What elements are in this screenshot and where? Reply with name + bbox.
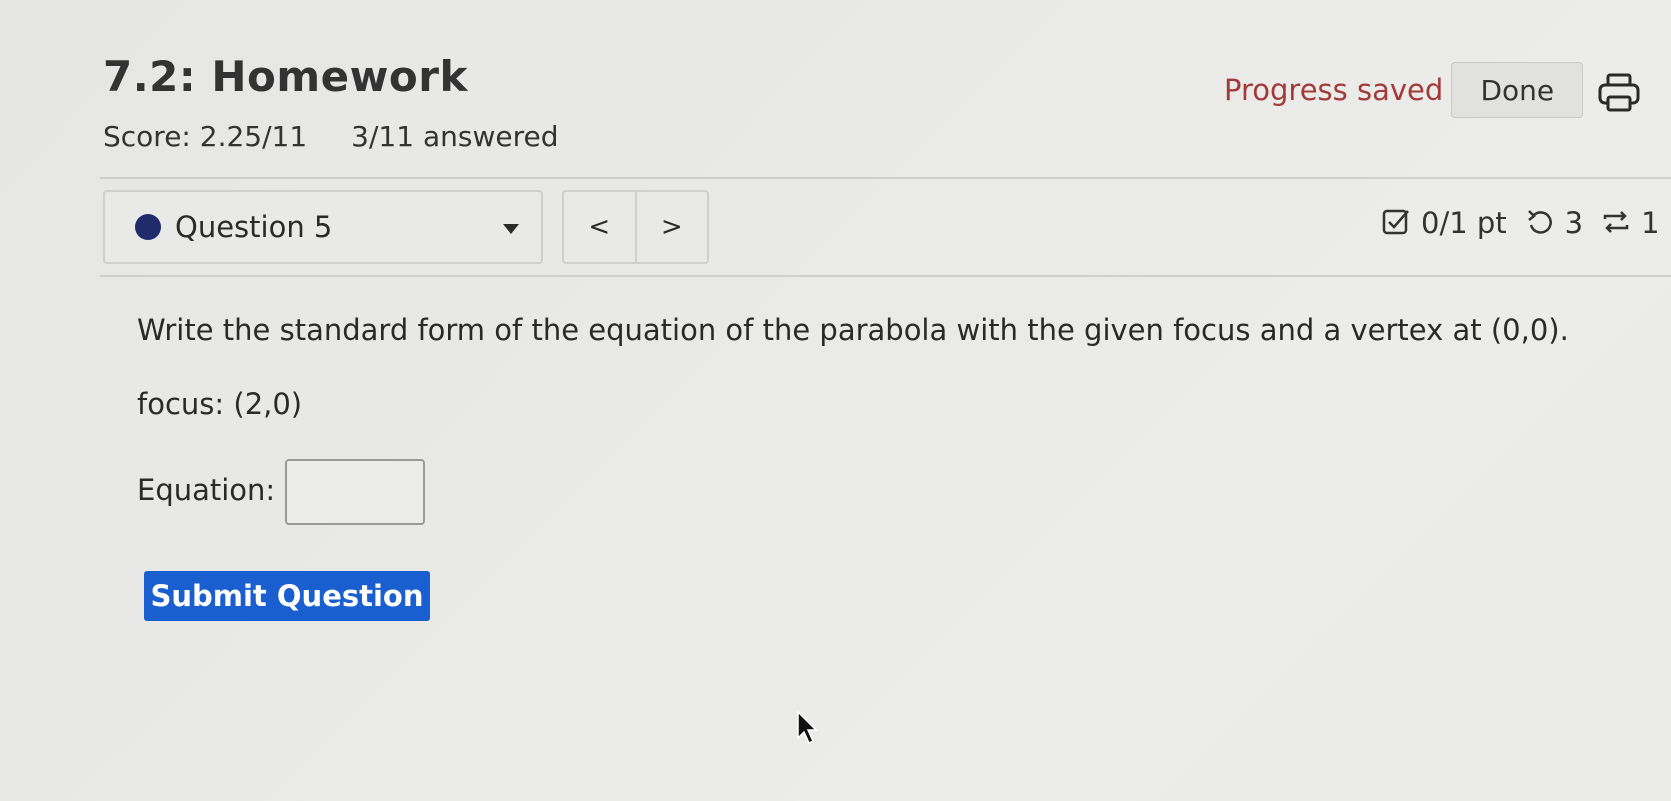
question-selector-label: Question 5 xyxy=(175,210,333,244)
retries-count: 1 xyxy=(1641,206,1660,240)
print-icon[interactable] xyxy=(1596,72,1642,114)
question-selector[interactable]: Question 5 xyxy=(103,190,543,264)
question-prompt: Write the standard form of the equation … xyxy=(137,313,1569,347)
mouse-pointer-icon xyxy=(796,710,820,746)
submit-question-button[interactable]: Submit Question xyxy=(144,571,430,621)
progress-status: Progress saved xyxy=(1224,73,1444,107)
question-pager: < > xyxy=(562,190,709,264)
nav-divider xyxy=(100,275,1671,277)
header-divider xyxy=(100,177,1671,179)
checkbox-icon xyxy=(1381,207,1413,239)
undo-icon xyxy=(1525,207,1557,239)
page-title: 7.2: Homework xyxy=(103,52,468,101)
points-text: 0/1 pt xyxy=(1421,206,1507,240)
repeat-icon xyxy=(1601,207,1633,239)
next-question-button[interactable]: > xyxy=(637,192,708,262)
attempts-count: 3 xyxy=(1564,206,1584,240)
equation-label: Equation: xyxy=(137,473,276,507)
caret-down-icon xyxy=(503,224,519,234)
answered-count: 3/11 answered xyxy=(351,120,559,153)
score-text: Score: 2.25/11 xyxy=(103,120,308,153)
previous-question-button[interactable]: < xyxy=(564,192,637,262)
done-button[interactable]: Done xyxy=(1451,62,1584,118)
question-meta: 0/1 pt 3 1 xyxy=(1381,206,1660,240)
focus-text: focus: (2,0) xyxy=(137,387,303,421)
question-status-dot xyxy=(135,214,161,240)
header-actions: Progress saved Done xyxy=(1224,62,1584,118)
equation-input[interactable] xyxy=(285,459,425,525)
score-summary: Score: 2.25/11 3/11 answered xyxy=(103,120,558,153)
